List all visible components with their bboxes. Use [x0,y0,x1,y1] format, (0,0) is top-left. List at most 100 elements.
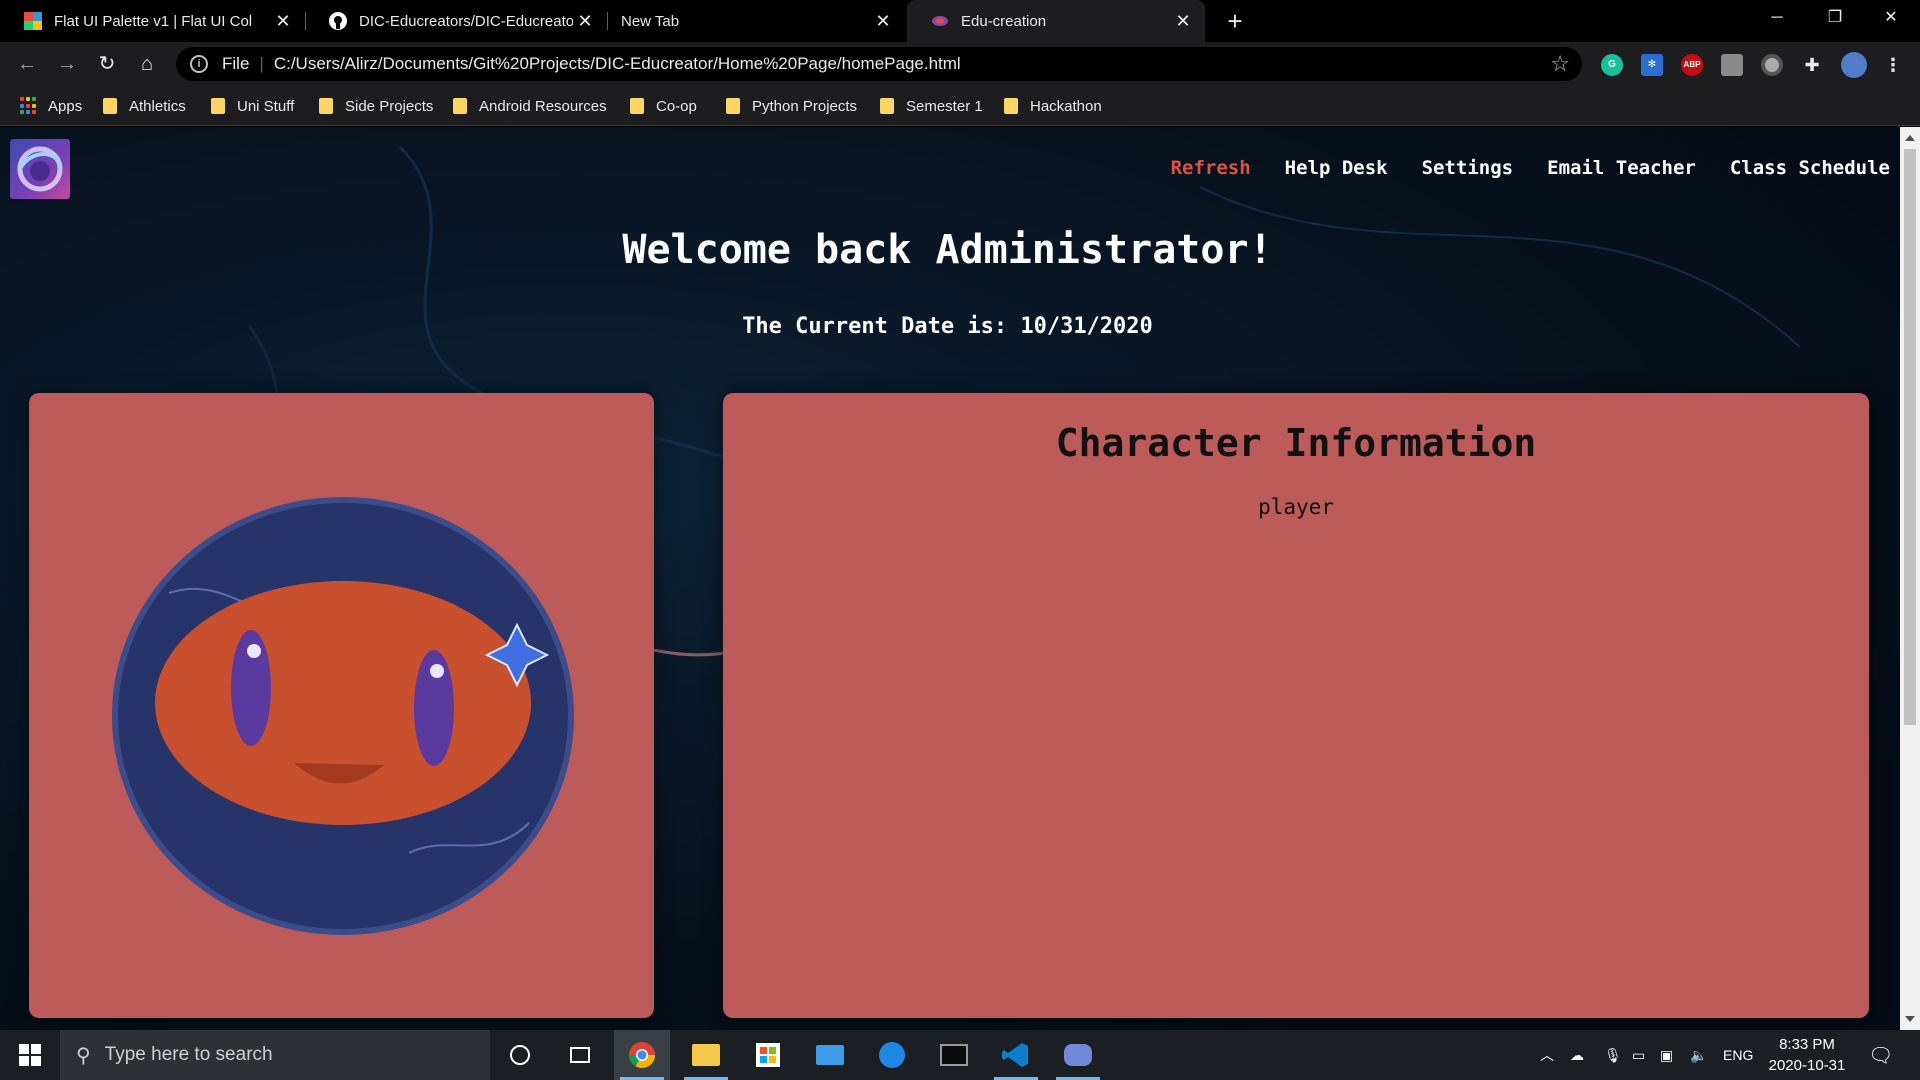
taskbar-mail-icon[interactable] [802,1030,858,1080]
battery-icon[interactable]: ▭ [1632,1030,1645,1080]
onedrive-icon[interactable]: ☁ [1570,1030,1584,1080]
window-extension-icon[interactable] [1721,54,1743,76]
scroll-down-icon[interactable] [1905,1016,1915,1022]
bookmark-uni-stuff[interactable]: Uni Stuff [211,96,294,116]
task-view-icon[interactable] [552,1030,608,1080]
url-text[interactable]: C:/Users/Alirz/Documents/Git%20Projects/… [274,54,961,74]
cortana-icon[interactable] [492,1030,548,1080]
network-icon[interactable]: ▣ [1660,1030,1673,1080]
page-viewport: Refresh Help Desk Settings Email Teacher… [0,127,1900,1030]
tab-flat-ui-palette[interactable]: Flat UI Palette v1 | Flat UI Col ✕ [0,0,305,42]
folder-icon [211,98,225,114]
home-icon[interactable]: ⌂ [133,50,161,78]
windows-start-icon[interactable] [2,1030,58,1080]
show-hidden-icons-icon[interactable]: ︿ [1540,1030,1554,1080]
taskbar-vscode-icon[interactable] [988,1030,1044,1080]
record-extension-icon[interactable] [1761,54,1783,76]
bookmark-hackathon[interactable]: Hackathon [1004,96,1102,116]
minimize-icon[interactable]: ─ [1748,0,1806,36]
tab-github[interactable]: DIC-Educreators/DIC-Educreator ✕ [305,0,607,42]
taskbar-file-explorer-icon[interactable] [678,1030,734,1080]
bookmark-label: Python Projects [752,97,858,115]
nav-settings[interactable]: Settings [1422,157,1514,179]
bookmark-label: Hackathon [1030,97,1102,115]
character-avatar-image [112,497,574,935]
menu-kebab-icon[interactable]: ⋮ [1882,54,1904,76]
windows-taskbar: ⚲ Type here to search ︿ ☁ 🎙 ▭ ▣ 🔈 ENG 8:… [0,1030,1920,1080]
github-icon [329,12,347,30]
back-icon[interactable]: ← [13,50,41,78]
new-tab-plus-icon[interactable]: + [1220,6,1250,36]
tab-close-icon[interactable]: ✕ [1171,11,1195,32]
volume-icon[interactable]: 🔈 [1690,1030,1707,1080]
nav-help-desk[interactable]: Help Desk [1285,157,1388,179]
search-placeholder: Type here to search [104,1044,273,1065]
restore-icon[interactable]: ❐ [1806,0,1864,36]
character-avatar-card [29,393,654,1018]
flat-ui-favicon [24,12,42,30]
scrollbar-thumb[interactable] [1904,149,1916,725]
scroll-up-icon[interactable] [1905,135,1915,141]
site-info-icon[interactable]: i [190,55,208,73]
bookmark-label: Apps [48,97,83,115]
bookmark-co-op[interactable]: Co-op [630,96,697,116]
current-date: The Current Date is: 10/31/2020 [742,314,1153,339]
forward-icon[interactable]: → [53,50,81,78]
folder-icon [726,98,740,114]
bookmark-athletics[interactable]: Athletics [103,96,186,116]
address-bar[interactable]: i File | C:/Users/Alirz/Documents/Git%20… [176,47,1582,81]
folder-icon [103,98,117,114]
adblock-plus-extension-icon[interactable]: ABP [1681,54,1703,76]
character-info-card: Character Information player [723,393,1869,1018]
clock-date: 2020-10-31 [1768,1057,1846,1074]
bookmark-apps[interactable]: Apps [20,96,82,116]
bookmark-python-projects[interactable]: Python Projects [726,96,857,116]
folder-icon [1004,98,1018,114]
taskbar-search[interactable]: ⚲ Type here to search [60,1030,490,1080]
bookmark-android-resources[interactable]: Android Resources [453,96,607,116]
edu-creation-favicon [932,16,948,26]
bookmark-label: Semester 1 [906,97,983,115]
profile-avatar[interactable] [1841,52,1867,78]
close-window-icon[interactable]: ✕ [1862,0,1920,36]
site-nav: Refresh Help Desk Settings Email Teacher… [1171,157,1890,179]
folder-icon [453,98,467,114]
swirl-logo-icon [17,146,63,192]
nav-refresh[interactable]: Refresh [1171,157,1251,179]
bookmark-semester-1[interactable]: Semester 1 [880,96,983,116]
taskbar-edge-icon[interactable] [864,1030,920,1080]
bookmark-label: Uni Stuff [237,97,295,115]
tab-edu-creation[interactable]: Edu-creation ✕ [907,0,1205,42]
search-icon: ⚲ [76,1044,91,1067]
welcome-heading: Welcome back Administrator! [622,227,1273,273]
url-scheme: File [222,54,250,73]
bookmark-label: Co-op [656,97,697,115]
nav-class-schedule[interactable]: Class Schedule [1730,157,1890,179]
folder-icon [319,98,333,114]
microphone-icon[interactable]: 🎙 [1604,1030,1622,1080]
notifications-icon[interactable]: 🗨 [1868,1030,1893,1080]
taskbar-clock[interactable]: 8:33 PM 2020-10-31 [1760,1034,1854,1076]
character-role: player [1258,495,1334,519]
taskbar-terminal-icon[interactable] [926,1030,982,1080]
tab-close-icon[interactable]: ✕ [271,11,295,32]
tab-title: Flat UI Palette v1 | Flat UI Col [54,12,253,30]
grammarly-extension-icon[interactable]: G [1601,54,1623,76]
reload-icon[interactable]: ↻ [93,50,121,78]
tab-close-icon[interactable]: ✕ [871,11,895,32]
extensions-puzzle-icon[interactable]: ✚ [1801,54,1823,76]
bookmark-star-icon[interactable]: ☆ [1550,51,1570,77]
tab-close-icon[interactable]: ✕ [573,11,597,32]
page-scrollbar[interactable] [1900,127,1920,1030]
snowflake-extension-icon[interactable]: ✻ [1641,54,1663,76]
taskbar-chrome-icon[interactable] [614,1030,670,1080]
taskbar-discord-icon[interactable] [1050,1030,1106,1080]
bookmark-side-projects[interactable]: Side Projects [319,96,433,116]
language-indicator[interactable]: ENG [1723,1030,1753,1080]
tab-title: New Tab [621,12,680,30]
taskbar-store-icon[interactable] [740,1030,796,1080]
folder-icon [630,98,644,114]
site-logo[interactable] [10,139,70,199]
tab-new-tab[interactable]: New Tab ✕ [607,0,905,42]
nav-email-teacher[interactable]: Email Teacher [1547,157,1696,179]
